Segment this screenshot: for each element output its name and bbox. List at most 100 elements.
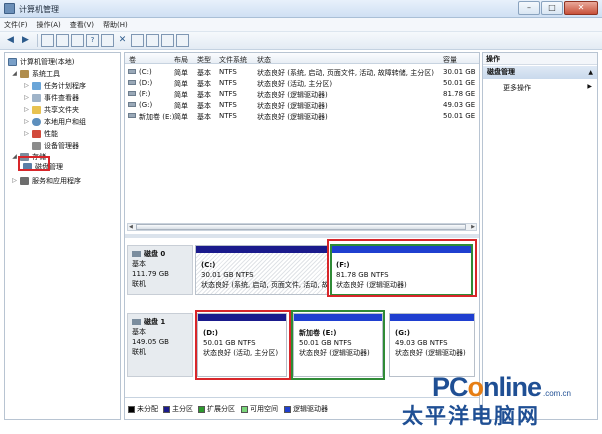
expand-arrow-icon[interactable]: ▷ [23, 94, 30, 101]
volume-row[interactable]: 新加卷 (E:) 简单 基本 NTFS 状态良好 (逻辑驱动器) 50.01 GE [125, 110, 479, 121]
disk-kind: 基本 [132, 328, 146, 336]
partition-size: 30.01 GB NTFS [201, 271, 254, 279]
window-controls: – □ ✕ [517, 1, 598, 16]
volume-row[interactable]: (C:) 简单 基本 NTFS 状态良好 (系统, 启动, 页面文件, 活动, 故障转储… [125, 66, 479, 77]
collapse-up-icon[interactable]: ▲ [588, 66, 593, 79]
chevron-right-icon[interactable]: ▶ [587, 83, 592, 90]
column-header-filesystem[interactable]: 文件系统 [219, 55, 247, 65]
horizontal-scrollbar[interactable]: ◀ ▶ [127, 223, 477, 231]
help-icon[interactable]: ? [86, 34, 99, 47]
folder-icon [32, 105, 41, 114]
legend-primary: 主分区 [163, 404, 193, 414]
volume-row[interactable]: (F:) 简单 基本 NTFS 状态良好 (逻辑驱动器) 81.78 GE [125, 88, 479, 99]
tree-item-task-scheduler[interactable]: ▷ 任务计划程序 [23, 80, 86, 91]
legend-swatch [163, 405, 170, 413]
forward-icon[interactable]: ▶ [19, 34, 32, 47]
volume-row[interactable]: (D:) 简单 基本 NTFS 状态良好 (活动, 主分区) 50.01 GE [125, 77, 479, 88]
disk-1-label[interactable]: 磁盘 1 基本 149.05 GB 联机 [127, 313, 193, 377]
show-hide-tree-icon[interactable] [56, 34, 69, 47]
tree-item-system-tools[interactable]: ◢ 系统工具 [11, 68, 60, 79]
actions-pane: 操作 磁盘管理 ▲ 更多操作 ▶ [482, 52, 598, 420]
partition-status: 状态良好 (逻辑驱动器) [395, 349, 466, 357]
users-icon [32, 117, 41, 126]
volume-cell-fs: NTFS [219, 112, 237, 120]
more-actions-link[interactable]: 更多操作 [503, 83, 531, 93]
volume-icon [128, 102, 136, 107]
tree-item-shared-folders[interactable]: ▷ 共享文件夹 [23, 104, 79, 115]
partition-c[interactable]: (C:) 30.01 GB NTFS 状态良好 (系统, 启动, 页面文件, 活… [195, 245, 328, 295]
highlight-box [18, 156, 50, 171]
expand-arrow-icon[interactable]: ▷ [23, 106, 30, 113]
partition-status: 状态良好 (系统, 启动, 页面文件, 活动, 故 [201, 281, 328, 289]
scroll-left-icon[interactable]: ◀ [129, 224, 133, 230]
green-highlight-box [291, 310, 385, 380]
collapse-arrow-icon[interactable]: ◢ [11, 70, 18, 77]
navigation-tree: 计算机管理(本地) ◢ 系统工具 ▷ 任务计划程序 ▷ 事件查看器 ▷ 共享文件… [4, 52, 121, 420]
search-icon[interactable] [161, 34, 174, 47]
properties-icon[interactable] [71, 34, 84, 47]
partition-g[interactable]: (G:) 49.03 GB NTFS 状态良好 (逻辑驱动器) [389, 313, 475, 377]
task-scheduler-icon [32, 81, 41, 90]
save-icon[interactable] [146, 34, 159, 47]
event-viewer-icon [32, 93, 41, 102]
tools-icon [20, 69, 29, 78]
tree-item-root[interactable]: 计算机管理(本地) [8, 56, 74, 67]
tree-item-performance[interactable]: ▷ 性能 [23, 128, 58, 139]
minimize-button[interactable]: – [518, 1, 540, 15]
column-header-type[interactable]: 类型 [197, 55, 211, 65]
up-level-icon[interactable] [41, 34, 54, 47]
collapse-arrow-icon[interactable]: ◢ [11, 153, 18, 160]
tree-item-label: 系统工具 [32, 69, 60, 78]
volume-cell-fs: NTFS [219, 79, 237, 87]
expand-arrow-icon[interactable]: ▷ [23, 130, 30, 137]
tree-item-services[interactable]: ▷ 服务和应用程序 [11, 175, 81, 186]
tree-item-event-viewer[interactable]: ▷ 事件查看器 [23, 92, 79, 103]
column-header-volume[interactable]: 卷 [129, 55, 136, 65]
expand-arrow-icon[interactable]: ▷ [23, 118, 30, 125]
maximize-button[interactable]: □ [541, 1, 563, 15]
column-header-layout[interactable]: 布局 [174, 55, 188, 65]
menu-view[interactable]: 查看(V) [70, 20, 94, 30]
expand-arrow-icon[interactable]: ▷ [23, 82, 30, 89]
settings-icon[interactable] [176, 34, 189, 47]
disk-name: 磁盘 0 [144, 250, 166, 258]
delete-icon[interactable]: ✕ [116, 34, 129, 47]
volume-cell-type: 基本 [197, 113, 211, 121]
volume-cell-capacity: 50.01 GE [443, 79, 476, 87]
services-icon [20, 176, 29, 185]
disk-icon [132, 251, 141, 257]
pconline-logo: PConline [432, 372, 542, 403]
disk-0-label[interactable]: 磁盘 0 基本 111.79 GB 联机 [127, 245, 193, 295]
volume-cell-volume: 新加卷 (E:) [139, 113, 175, 121]
legend-free-space: 可用空间 [241, 404, 278, 414]
legend-extended: 扩展分区 [198, 404, 235, 414]
volume-list-header: 卷 布局 类型 文件系统 状态 容量 [125, 53, 479, 64]
volume-cell-volume: (G:) [139, 101, 153, 109]
volume-cell-fs: NTFS [219, 90, 237, 98]
menu-help[interactable]: 帮助(H) [103, 20, 128, 30]
scrollbar-thumb[interactable] [136, 224, 466, 230]
scroll-right-icon[interactable]: ▶ [471, 224, 475, 230]
actions-header: 操作 [483, 53, 597, 65]
expand-arrow-icon[interactable]: ▷ [11, 177, 18, 184]
tree-item-local-users[interactable]: ▷ 本地用户和组 [23, 116, 86, 127]
open-icon[interactable] [131, 34, 144, 47]
volume-row[interactable]: (G:) 简单 基本 NTFS 状态良好 (逻辑驱动器) 49.03 GE [125, 99, 479, 110]
column-header-capacity[interactable]: 容量 [443, 55, 457, 65]
menu-file[interactable]: 文件(F) [4, 20, 28, 30]
volume-cell-fs: NTFS [219, 68, 237, 76]
back-icon[interactable]: ◀ [4, 34, 17, 47]
close-button[interactable]: ✕ [564, 1, 598, 15]
column-header-status[interactable]: 状态 [257, 55, 271, 65]
partition-letter: (C:) [201, 261, 216, 269]
volume-cell-fs: NTFS [219, 101, 237, 109]
menu-action[interactable]: 操作(A) [37, 20, 61, 30]
partition-size: 49.03 GB NTFS [395, 339, 448, 347]
volume-cell-volume: (D:) [139, 79, 153, 87]
tree-item-device-manager[interactable]: 设备管理器 [32, 140, 79, 151]
legend-label: 扩展分区 [207, 405, 235, 413]
console-icon[interactable] [101, 34, 114, 47]
pane-splitter[interactable] [125, 234, 479, 238]
actions-section-disk-management[interactable]: 磁盘管理 ▲ [483, 66, 597, 79]
volume-icon [128, 80, 136, 85]
